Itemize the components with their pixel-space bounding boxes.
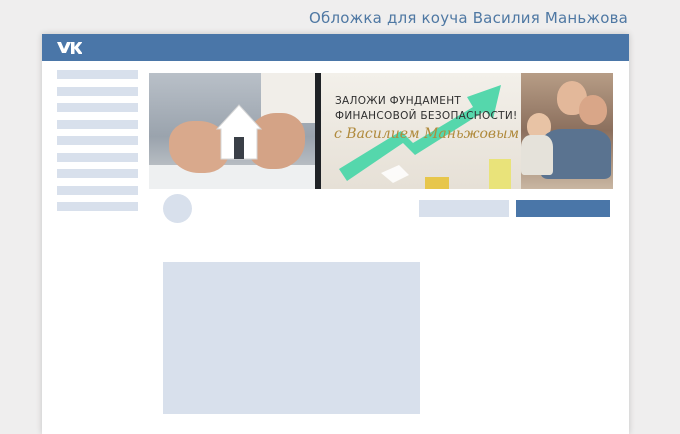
family-body bbox=[521, 135, 553, 175]
community-cover: ЗАЛОЖИ ФУНДАМЕНТ ФИНАНСОВОЙ БЕЗОПАСНОСТИ… bbox=[149, 73, 613, 189]
sidebar-item[interactable] bbox=[57, 136, 138, 145]
cover-signature: с Василием Маньжовым bbox=[334, 126, 520, 142]
cover-headline-line1: ЗАЛОЖИ ФУНДАМЕНТ bbox=[335, 95, 462, 107]
sidebar-menu bbox=[57, 70, 138, 219]
post-placeholder bbox=[163, 262, 420, 414]
top-bar bbox=[42, 34, 629, 61]
vk-page-mockup: ЗАЛОЖИ ФУНДАМЕНТ ФИНАНСОВОЙ БЕЗОПАСНОСТИ… bbox=[42, 34, 629, 434]
primary-action-button[interactable] bbox=[516, 200, 610, 217]
community-avatar[interactable] bbox=[163, 194, 192, 223]
sidebar-item[interactable] bbox=[57, 202, 138, 211]
table-surface bbox=[149, 165, 315, 189]
vk-logo-icon[interactable] bbox=[56, 40, 82, 56]
sidebar-item[interactable] bbox=[57, 103, 138, 112]
page-caption: Обложка для коуча Василия Маньжова bbox=[309, 9, 628, 27]
secondary-action-button[interactable] bbox=[419, 200, 509, 217]
sidebar-item[interactable] bbox=[57, 152, 138, 162]
family-member bbox=[579, 95, 607, 125]
sidebar-item[interactable] bbox=[57, 169, 138, 178]
sidebar-item[interactable] bbox=[57, 70, 138, 79]
sidebar-item[interactable] bbox=[57, 119, 138, 129]
cover-headline-panel: ЗАЛОЖИ ФУНДАМЕНТ ФИНАНСОВОЙ БЕЗОПАСНОСТИ… bbox=[321, 73, 521, 189]
cover-headline-line2: ФИНАНСОВОЙ БЕЗОПАСНОСТИ! bbox=[335, 110, 518, 122]
sidebar-item[interactable] bbox=[57, 185, 138, 195]
sidebar-item[interactable] bbox=[57, 86, 138, 96]
cover-photo-house bbox=[149, 73, 315, 189]
cover-photo-family bbox=[521, 73, 613, 189]
house-model-icon bbox=[215, 104, 263, 160]
